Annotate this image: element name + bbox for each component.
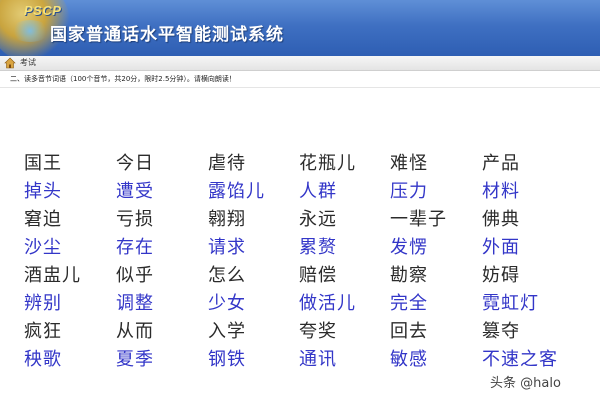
- word-item: 怎么: [208, 265, 246, 286]
- word-item: 完全: [390, 293, 428, 314]
- word-item: 亏损: [116, 209, 154, 230]
- app-title: 国家普通话水平智能测试系统: [50, 25, 284, 45]
- word-item: 虐待: [208, 153, 246, 174]
- nav-bar: 考试: [0, 56, 600, 71]
- word-item: 辨别: [24, 293, 62, 314]
- word-item: 不速之客: [482, 349, 558, 370]
- app-header: PSCP 国家普通话水平智能测试系统: [0, 0, 600, 56]
- word-row: 窘迫 亏损 翱翔 永远 一辈子 佛典: [24, 206, 584, 234]
- word-item: 翱翔: [208, 209, 246, 230]
- instructions-text: 二、读多音节词语（100个音节，共20分，限时2.5分钟）。请横向朗读！: [10, 75, 236, 83]
- word-item: 难怪: [390, 153, 428, 174]
- word-item: 永远: [299, 209, 337, 230]
- word-item: 存在: [116, 237, 154, 258]
- word-item: 材料: [482, 181, 520, 202]
- word-item: 一辈子: [390, 209, 447, 230]
- word-row: 秧歌 夏季 钢铁 通讯 敏感 不速之客: [24, 346, 584, 374]
- word-row: 疯狂 从而 入学 夸奖 回去 篡夺: [24, 318, 584, 346]
- word-item: 露馅儿: [208, 181, 265, 202]
- word-item: 回去: [390, 321, 428, 342]
- word-item: 秧歌: [24, 349, 62, 370]
- word-item: 通讯: [299, 349, 337, 370]
- word-item: 篡夺: [482, 321, 520, 342]
- word-item: 妨碍: [482, 265, 520, 286]
- word-item: 似乎: [116, 265, 154, 286]
- word-row: 酒盅儿 似乎 怎么 赔偿 勘察 妨碍: [24, 262, 584, 290]
- word-item: 今日: [116, 153, 154, 174]
- word-grid: 国王 今日 虐待 花瓶儿 难怪 产品 掉头 遭受 露馅儿 人群 压力 材料 窘迫…: [24, 150, 584, 374]
- word-item: 发愣: [390, 237, 428, 258]
- word-item: 沙尘: [24, 237, 62, 258]
- word-item: 从而: [116, 321, 154, 342]
- home-icon[interactable]: [4, 57, 16, 69]
- word-item: 压力: [390, 181, 428, 202]
- word-item: 酒盅儿: [24, 265, 81, 286]
- word-row: 沙尘 存在 请求 累赘 发愣 外面: [24, 234, 584, 262]
- word-item: 请求: [208, 237, 246, 258]
- word-item: 入学: [208, 321, 246, 342]
- word-item: 花瓶儿: [299, 153, 356, 174]
- word-item: 调整: [116, 293, 154, 314]
- word-item: 累赘: [299, 237, 337, 258]
- word-item: 少女: [208, 293, 246, 314]
- watermark-text: 头条 @halo: [490, 376, 561, 391]
- word-item: 产品: [482, 153, 520, 174]
- app-logo: PSCP: [24, 3, 62, 18]
- word-item: 霓虹灯: [482, 293, 539, 314]
- word-item: 夏季: [116, 349, 154, 370]
- word-item: 外面: [482, 237, 520, 258]
- nav-label-exam[interactable]: 考试: [20, 57, 36, 69]
- logo-swirl-accent: [10, 20, 50, 42]
- word-item: 钢铁: [208, 349, 246, 370]
- word-item: 国王: [24, 153, 62, 174]
- word-row: 辨别 调整 少女 做活儿 完全 霓虹灯: [24, 290, 584, 318]
- word-item: 遭受: [116, 181, 154, 202]
- word-row: 掉头 遭受 露馅儿 人群 压力 材料: [24, 178, 584, 206]
- word-item: 掉头: [24, 181, 62, 202]
- word-item: 做活儿: [299, 293, 356, 314]
- word-item: 窘迫: [24, 209, 62, 230]
- word-item: 勘察: [390, 265, 428, 286]
- word-row: 国王 今日 虐待 花瓶儿 难怪 产品: [24, 150, 584, 178]
- word-item: 佛典: [482, 209, 520, 230]
- word-item: 夸奖: [299, 321, 337, 342]
- word-item: 赔偿: [299, 265, 337, 286]
- word-item: 敏感: [390, 349, 428, 370]
- instructions-bar: 二、读多音节词语（100个音节，共20分，限时2.5分钟）。请横向朗读！: [0, 71, 600, 88]
- word-item: 疯狂: [24, 321, 62, 342]
- word-item: 人群: [299, 181, 337, 202]
